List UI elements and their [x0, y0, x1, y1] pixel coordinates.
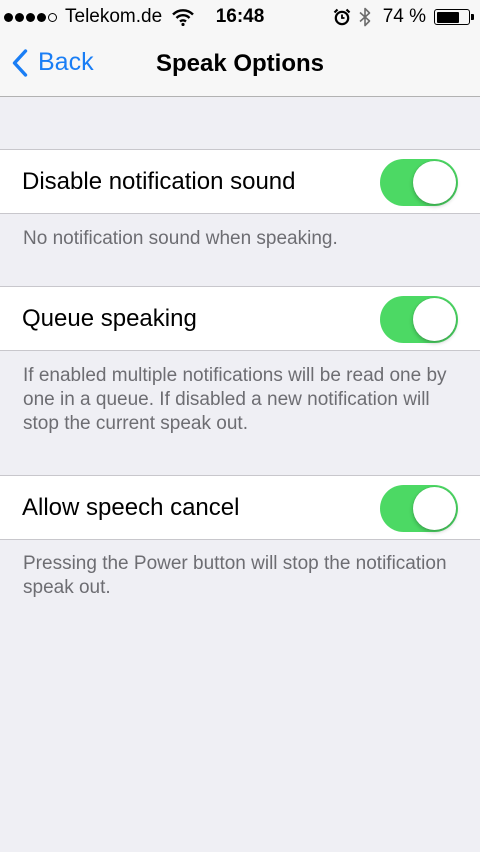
setting-disable-notification-sound: Disable notification sound — [0, 149, 480, 214]
battery-icon — [434, 9, 474, 25]
setting-label: Allow speech cancel — [22, 494, 240, 521]
bluetooth-icon — [359, 7, 370, 27]
alarm-icon — [333, 8, 350, 26]
setting-queue-speaking: Queue speaking — [0, 286, 480, 351]
toggle-knob — [413, 487, 456, 530]
setting-allow-speech-cancel: Allow speech cancel — [0, 475, 480, 540]
toggle-knob — [413, 298, 456, 341]
status-bar: Telekom.de 16:48 74 % — [0, 0, 480, 34]
setting-footer: Pressing the Power button will stop the … — [23, 553, 447, 598]
toggle-knob — [413, 161, 456, 204]
allow-speech-cancel-toggle[interactable] — [380, 485, 458, 532]
status-right: 74 % — [333, 6, 474, 28]
disable-notification-sound-toggle[interactable] — [380, 159, 458, 206]
setting-footer: If enabled multiple notifications will b… — [23, 365, 447, 434]
navigation-bar: Back Speak Options — [0, 34, 480, 97]
queue-speaking-toggle[interactable] — [380, 296, 458, 343]
setting-footer: No notification sound when speaking. — [23, 228, 338, 249]
setting-label: Disable notification sound — [22, 168, 296, 195]
page-title: Speak Options — [155, 50, 325, 77]
battery-percent: 74 % — [382, 6, 426, 27]
setting-label: Queue speaking — [22, 305, 197, 332]
